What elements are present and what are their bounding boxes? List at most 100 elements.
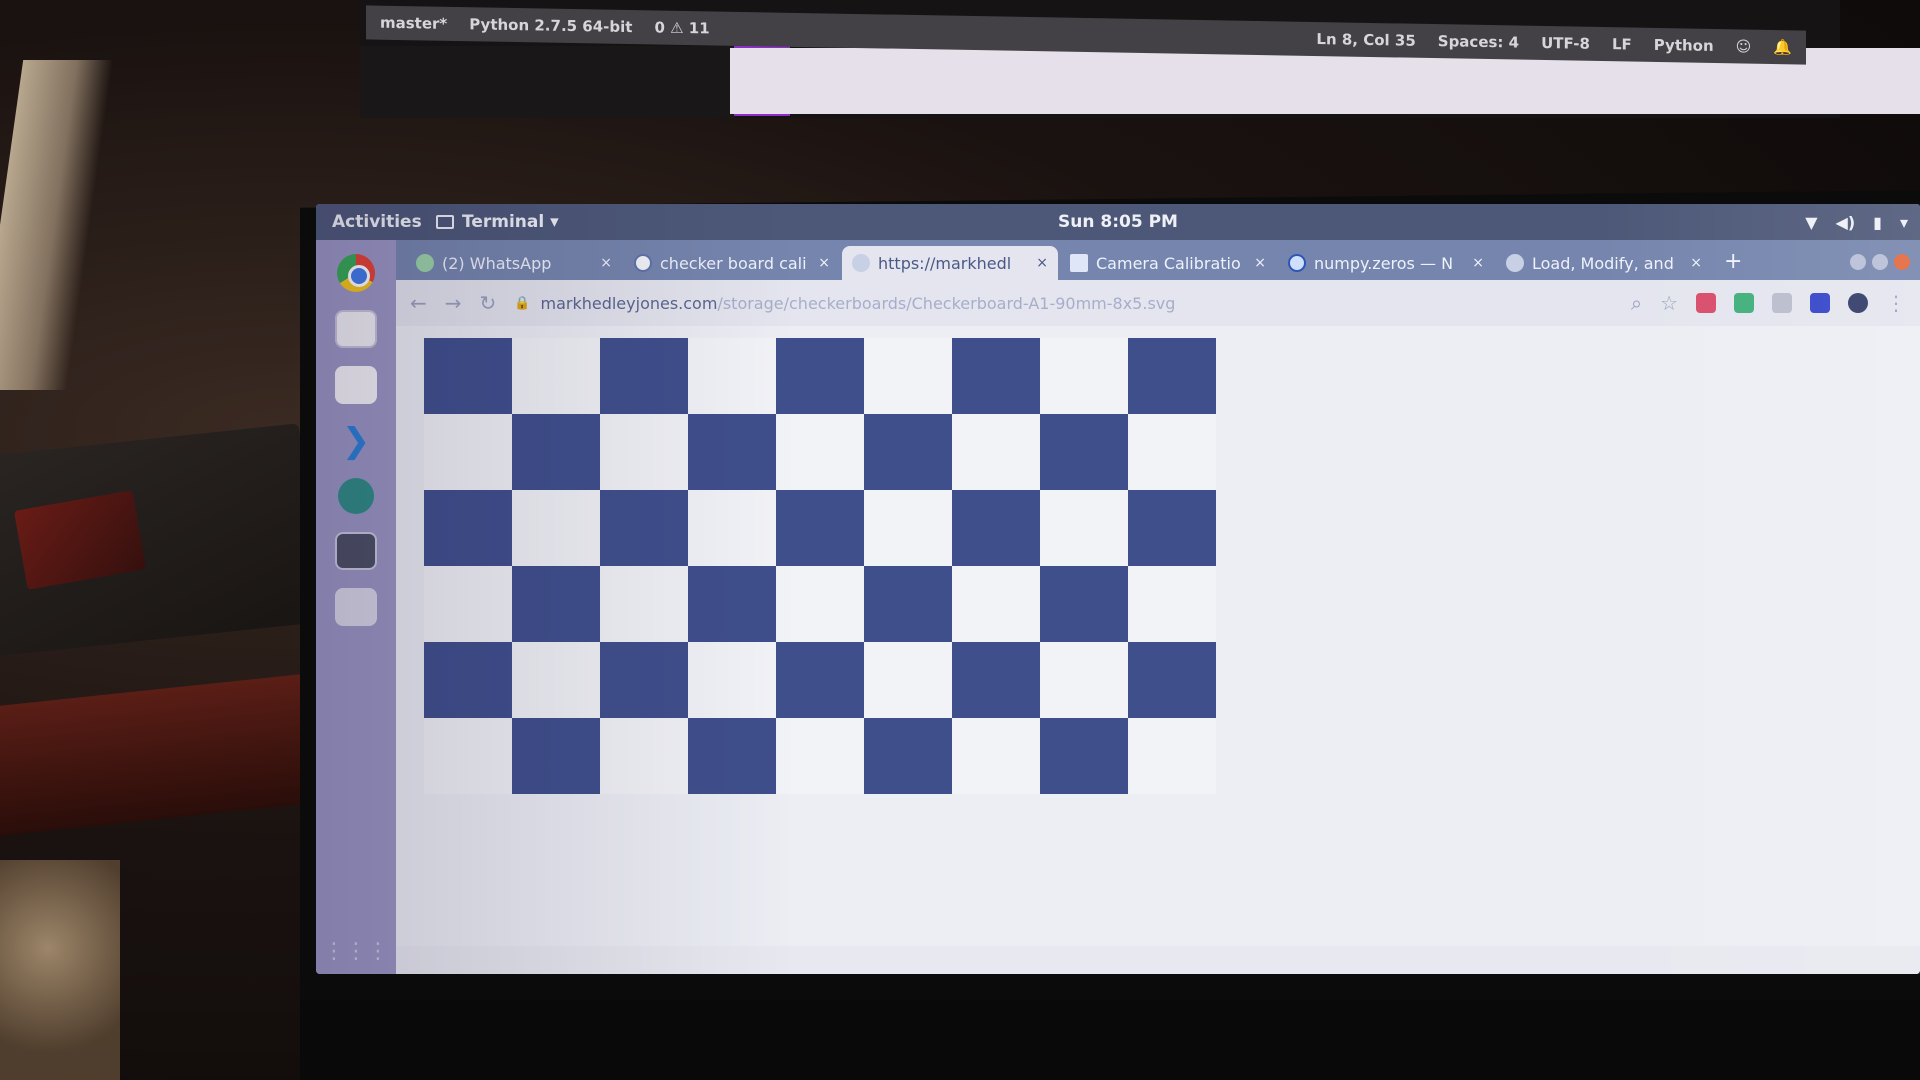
checker-square-dark: [600, 642, 688, 718]
tab-label: Camera Calibratio: [1096, 253, 1241, 273]
checker-square-dark: [1040, 566, 1128, 642]
checker-square-dark: [1128, 338, 1216, 414]
eol-status[interactable]: LF: [1612, 35, 1632, 53]
python-interpreter-status[interactable]: Python 2.7.5 64-bit: [469, 15, 632, 36]
git-branch-status[interactable]: master*: [380, 14, 447, 33]
tab-checker-board-search[interactable]: checker board cali ×: [624, 246, 840, 280]
cursor-position-status[interactable]: Ln 8, Col 35: [1316, 30, 1415, 50]
close-icon[interactable]: ×: [818, 255, 830, 271]
chrome-window: (2) WhatsApp × checker board cali × http…: [396, 240, 1920, 974]
extension-icon[interactable]: [1810, 293, 1830, 313]
checker-square-dark: [512, 414, 600, 490]
close-icon[interactable]: ×: [1690, 255, 1702, 271]
checker-square-dark: [512, 718, 600, 794]
language-mode-status[interactable]: Python: [1654, 36, 1714, 55]
window-controls: [1840, 254, 1920, 280]
extension-icon[interactable]: [1696, 293, 1716, 313]
checker-square-light: [1040, 338, 1128, 414]
checker-square-light: [600, 414, 688, 490]
shield-extension-icon[interactable]: [1734, 293, 1754, 313]
checker-square-light: [512, 490, 600, 566]
checker-square-light: [864, 338, 952, 414]
indentation-status[interactable]: Spaces: 4: [1438, 32, 1519, 51]
show-applications-icon[interactable]: ⋮⋮⋮: [323, 939, 389, 964]
checker-square-light: [952, 414, 1040, 490]
terminal-dock-icon[interactable]: [335, 532, 377, 570]
text-editor-icon[interactable]: [335, 366, 377, 404]
checker-square-dark: [1128, 642, 1216, 718]
checker-square-light: [512, 642, 600, 718]
app-menu[interactable]: Terminal ▾: [436, 212, 636, 232]
checker-square-dark: [600, 490, 688, 566]
doc-icon: [1070, 254, 1088, 272]
minimize-button[interactable]: [1850, 254, 1866, 270]
checker-square-light: [864, 490, 952, 566]
search-icon[interactable]: ⌕: [1631, 291, 1642, 315]
checker-square-dark: [688, 718, 776, 794]
checker-square-light: [424, 718, 512, 794]
checker-square-dark: [512, 566, 600, 642]
wifi-icon: ▼: [1805, 212, 1818, 232]
terminal-icon: [436, 215, 454, 229]
close-icon[interactable]: ×: [600, 255, 612, 271]
back-icon[interactable]: ←: [410, 291, 427, 315]
browser-toolbar: ← → ↻ 🔒 markhedleyjones.com/storage/chec…: [396, 280, 1920, 326]
gnome-top-bar: Activities Terminal ▾ Sun 8:05 PM ▼ ◀) ▮…: [316, 204, 1920, 240]
window-close-button[interactable]: [1894, 254, 1910, 270]
encoding-status[interactable]: UTF-8: [1541, 34, 1590, 53]
gimp-icon[interactable]: [338, 478, 374, 514]
screenshot-icon[interactable]: [335, 588, 377, 626]
close-icon[interactable]: ×: [1254, 255, 1266, 271]
bookmark-star-icon[interactable]: ☆: [1660, 291, 1678, 315]
dock: ❯ ⋮⋮⋮: [316, 240, 396, 974]
checkerboard-image: [424, 338, 1216, 794]
avatar[interactable]: [1848, 293, 1868, 313]
system-tray[interactable]: ▼ ◀) ▮ ▾: [1805, 213, 1908, 232]
tab-camera-calibration[interactable]: Camera Calibratio ×: [1060, 246, 1276, 280]
files-icon[interactable]: [335, 310, 377, 348]
extension-icon[interactable]: [1772, 293, 1792, 313]
toolbar-actions: ⌕ ☆ ⋮: [1631, 291, 1906, 315]
tab-load-modify[interactable]: Load, Modify, and ×: [1496, 246, 1712, 280]
checker-square-light: [688, 642, 776, 718]
forward-icon[interactable]: →: [445, 291, 462, 315]
checker-square-light: [952, 566, 1040, 642]
tab-label: (2) WhatsApp: [442, 253, 552, 273]
checker-square-light: [600, 566, 688, 642]
checker-square-dark: [688, 414, 776, 490]
clock[interactable]: Sun 8:05 PM: [1058, 212, 1178, 232]
new-tab-button[interactable]: +: [1714, 249, 1752, 280]
checker-square-light: [1040, 490, 1128, 566]
checker-square-dark: [864, 718, 952, 794]
tab-whatsapp[interactable]: (2) WhatsApp ×: [406, 246, 622, 280]
activities-button[interactable]: Activities: [316, 212, 436, 232]
checker-square-dark: [424, 490, 512, 566]
feedback-icon[interactable]: ☺: [1736, 37, 1752, 55]
checker-square-light: [1040, 642, 1128, 718]
checker-square-dark: [864, 414, 952, 490]
whatsapp-icon: [416, 254, 434, 272]
vscode-icon[interactable]: ❯: [335, 421, 377, 461]
battery-icon: ▮: [1873, 212, 1882, 232]
close-icon[interactable]: ×: [1472, 255, 1484, 271]
close-icon[interactable]: ×: [1036, 255, 1048, 271]
dock-chrome[interactable]: [335, 254, 377, 292]
checker-square-light: [776, 566, 864, 642]
checker-square-dark: [776, 490, 864, 566]
menu-icon[interactable]: ⋮: [1886, 291, 1906, 315]
tab-numpy-zeros[interactable]: numpy.zeros — N ×: [1278, 246, 1494, 280]
checker-square-light: [1128, 414, 1216, 490]
tab-markhedleyjones[interactable]: https://markhedl ×: [842, 246, 1058, 280]
volume-icon: ◀): [1835, 212, 1856, 232]
reload-icon[interactable]: ↻: [480, 291, 497, 315]
checker-square-light: [776, 414, 864, 490]
lock-icon[interactable]: 🔒: [514, 296, 530, 311]
checker-square-dark: [1040, 718, 1128, 794]
maximize-button[interactable]: [1872, 254, 1888, 270]
checker-square-light: [864, 642, 952, 718]
address-bar[interactable]: 🔒 markhedleyjones.com/storage/checkerboa…: [514, 294, 1613, 313]
checker-square-light: [688, 338, 776, 414]
notifications-icon[interactable]: 🔔: [1773, 38, 1792, 56]
problems-status[interactable]: 0 ⚠ 11: [654, 18, 709, 37]
google-icon: [634, 254, 652, 272]
